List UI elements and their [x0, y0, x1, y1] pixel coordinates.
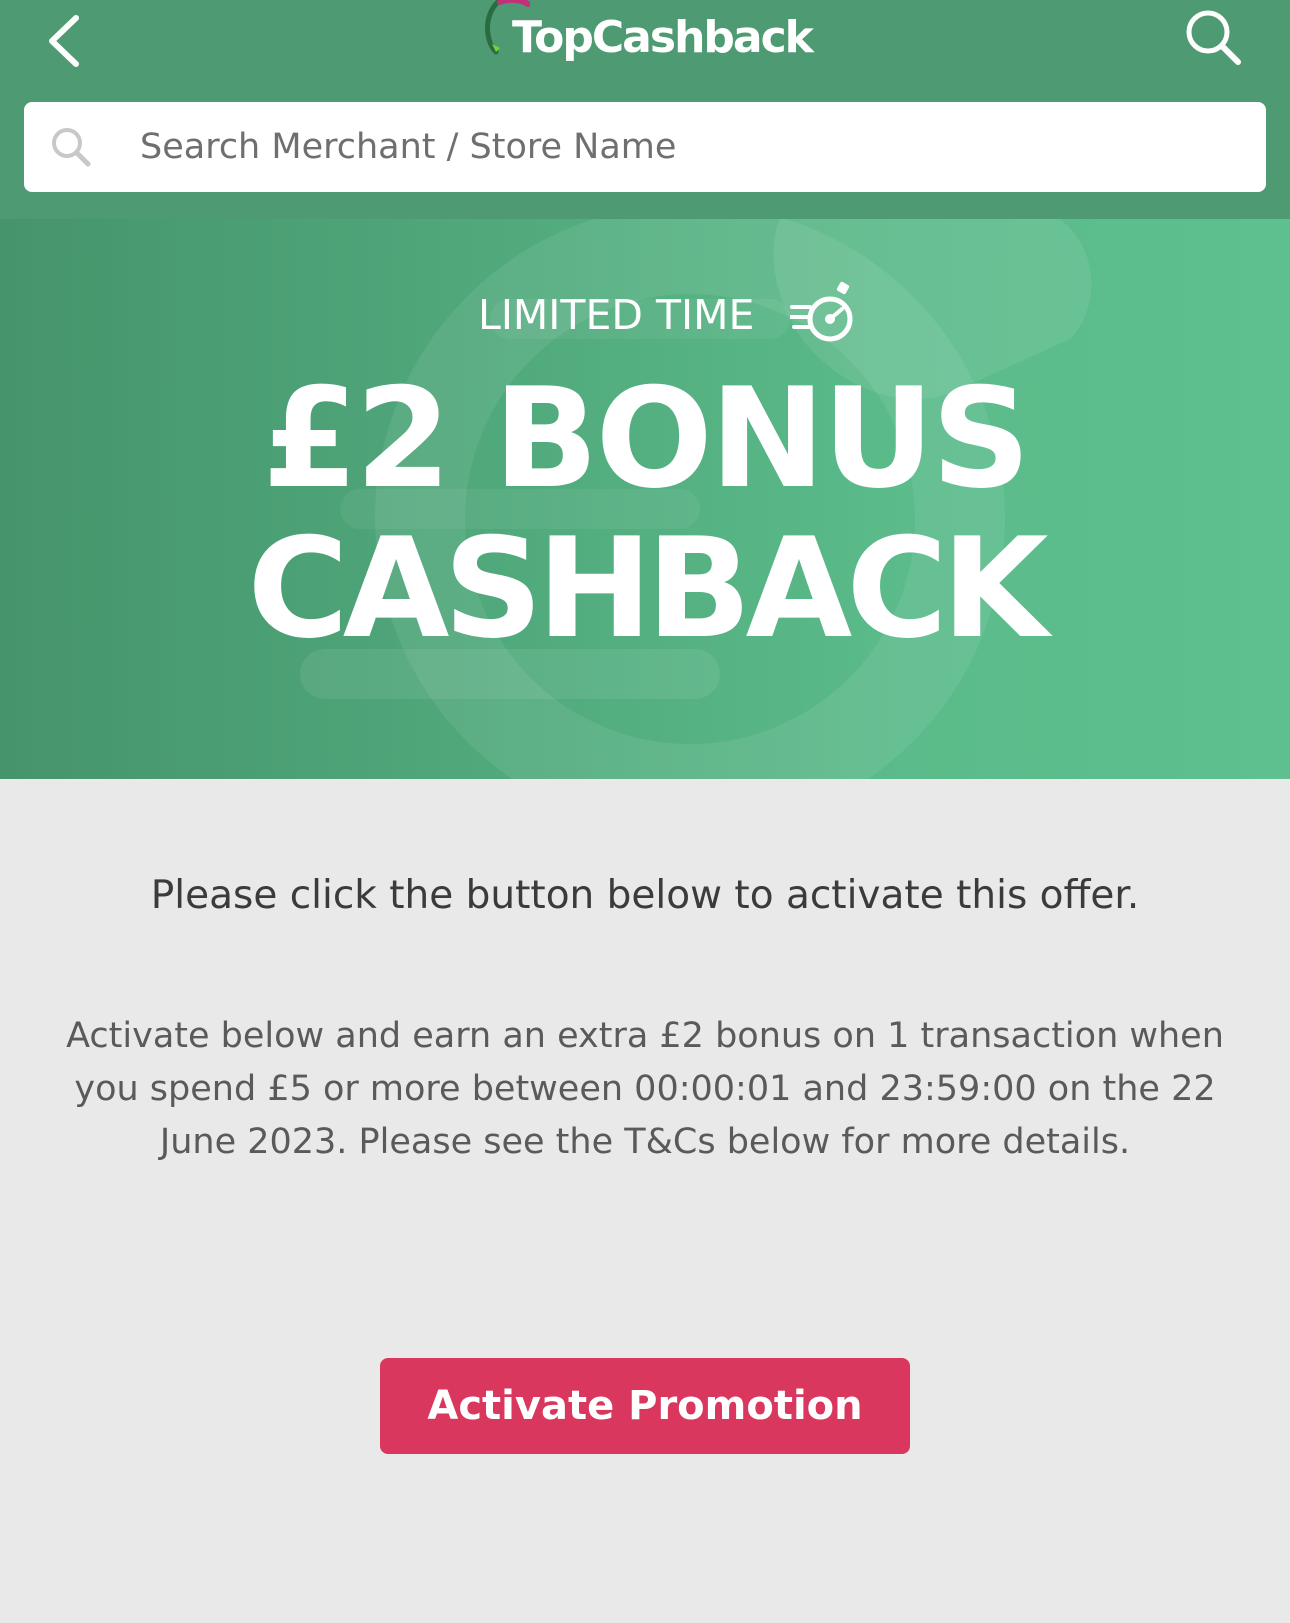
back-button[interactable]: [40, 8, 100, 74]
app-header: TopCashback: [0, 0, 1290, 219]
offer-details: Activate below and earn an extra £2 bonu…: [66, 1016, 1224, 1162]
logo-wordmark: TopCashback: [512, 12, 814, 63]
header-search-button[interactable]: [1180, 4, 1246, 70]
search-icon: [1186, 10, 1241, 65]
cashback-headline: CASHBACK: [247, 508, 1048, 669]
merchant-search-input[interactable]: [114, 102, 1244, 192]
chevron-left-icon: [49, 15, 79, 67]
stopwatch-icon: [790, 281, 853, 342]
merchant-search-box[interactable]: [24, 102, 1266, 192]
limited-time-label: LIMITED TIME: [478, 291, 755, 339]
topcashback-logo: TopCashback: [470, 0, 814, 75]
bonus-headline: £2 BONUS: [262, 358, 1031, 519]
search-icon: [52, 128, 91, 167]
promo-banner: LIMITED TIME £2 BONUS CASHBACK: [0, 219, 1290, 779]
activation-instruction: Please click the button below to activat…: [150, 873, 1140, 918]
activate-promotion-button[interactable]: Activate Promotion: [380, 1358, 910, 1454]
